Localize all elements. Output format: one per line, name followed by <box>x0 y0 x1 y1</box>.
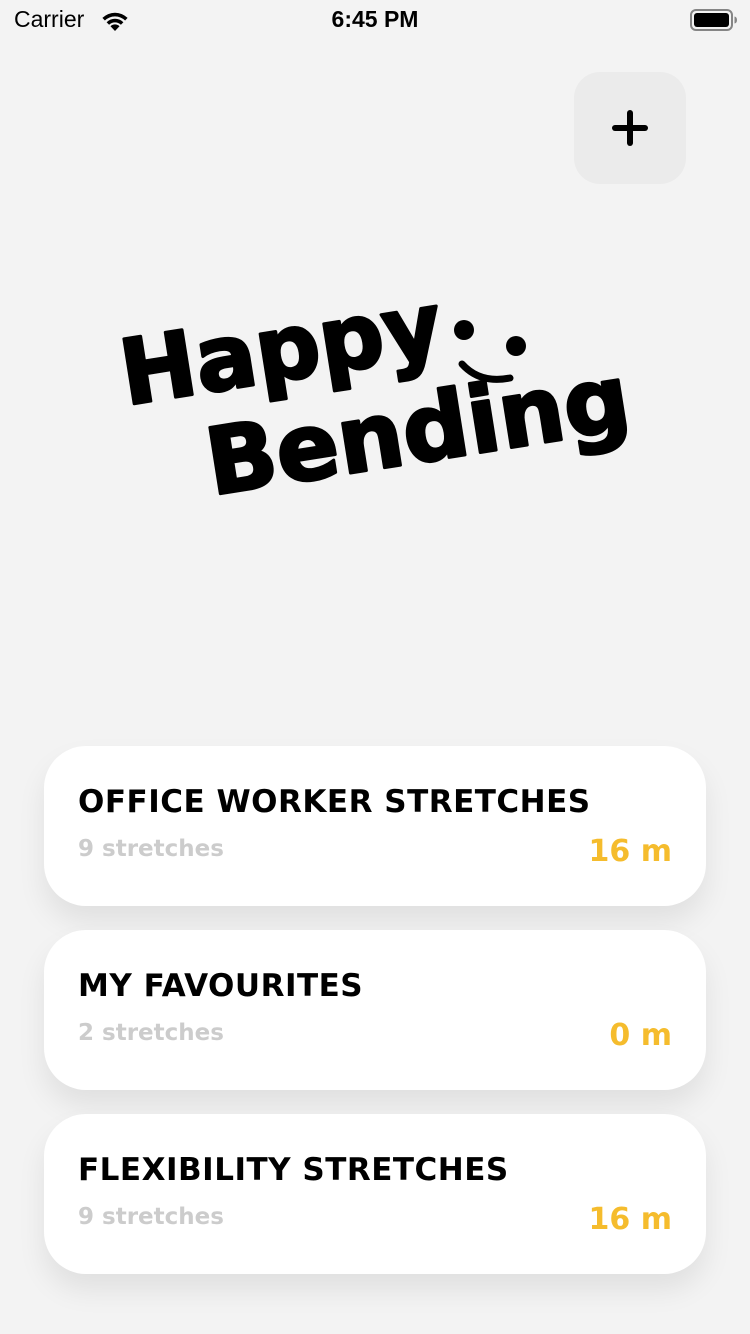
routine-stretch-count: 9 stretches <box>78 1204 224 1230</box>
routine-stretch-count: 9 stretches <box>78 836 224 862</box>
routine-title: FLEXIBILITY STRETCHES <box>78 1152 509 1188</box>
routine-card-office-worker[interactable]: OFFICE WORKER STRETCHES 9 stretches 16 m <box>44 746 706 906</box>
routine-duration: 0 m <box>609 1018 672 1053</box>
routine-title: MY FAVOURITES <box>78 968 364 1004</box>
routine-stretch-count: 2 stretches <box>78 1020 224 1046</box>
routine-duration: 16 m <box>588 834 672 869</box>
routine-title: OFFICE WORKER STRETCHES <box>78 784 591 820</box>
battery-full-icon <box>690 9 737 31</box>
plus-icon <box>612 110 648 146</box>
status-bar: Carrier 6:45 PM <box>0 0 750 40</box>
routine-card-my-favourites[interactable]: MY FAVOURITES 2 stretches 0 m <box>44 930 706 1090</box>
routine-duration: 16 m <box>588 1202 672 1237</box>
add-routine-button[interactable] <box>574 72 686 184</box>
status-time: 6:45 PM <box>331 6 419 32</box>
app-logo: Happy Bending <box>112 300 630 518</box>
routine-card-flexibility[interactable]: FLEXIBILITY STRETCHES 9 stretches 16 m <box>44 1114 706 1274</box>
